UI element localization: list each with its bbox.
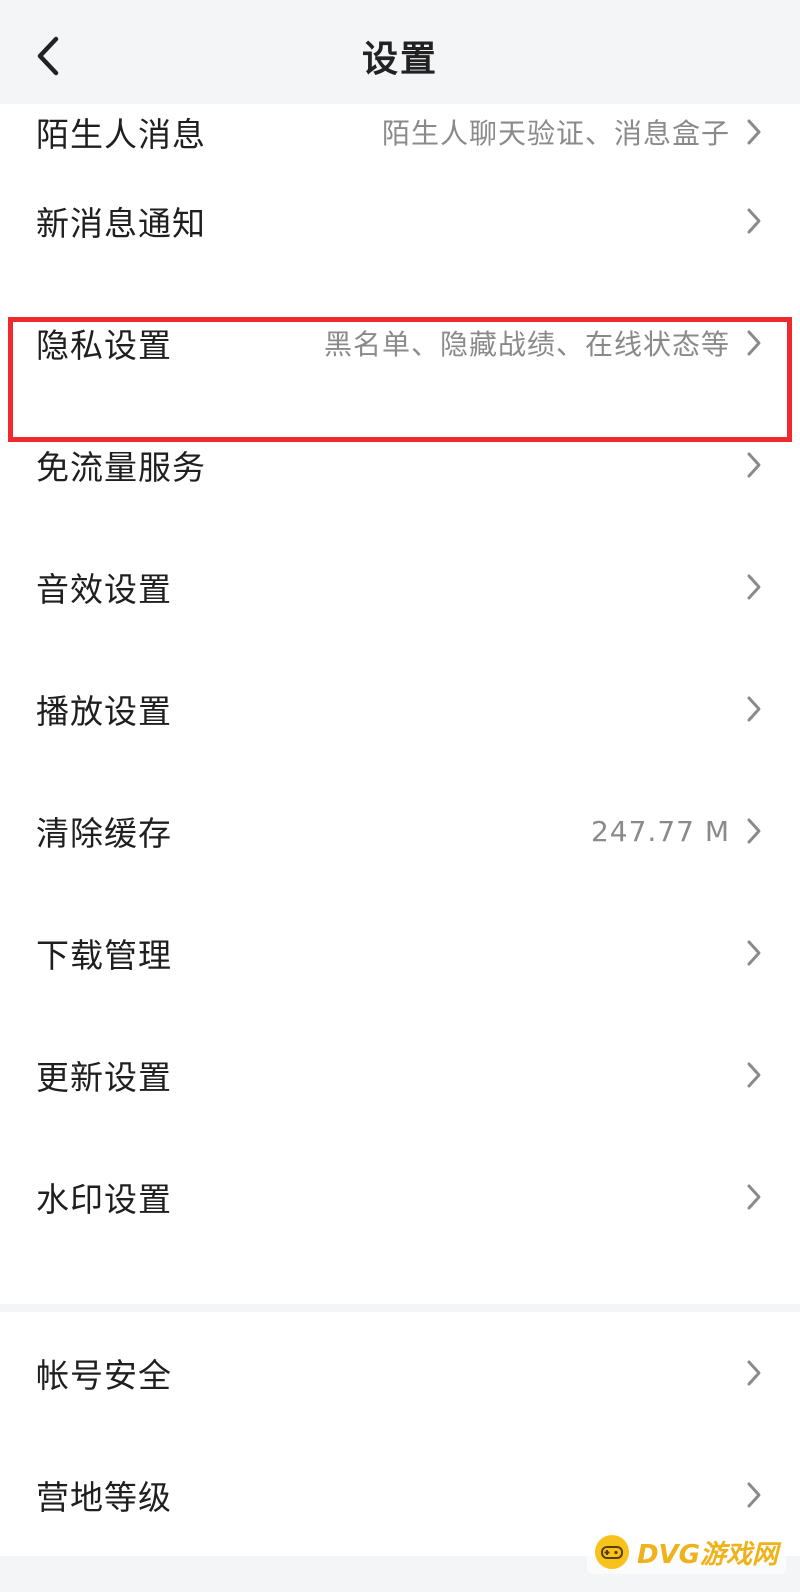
settings-group-account: 帐号安全 营地等级: [0, 1312, 800, 1556]
settings-item-privacy-settings[interactable]: 隐私设置 黑名单、隐藏战绩、在线状态等: [0, 282, 800, 404]
settings-item-clear-cache[interactable]: 清除缓存 247.77 M: [0, 770, 800, 892]
settings-item-label: 陌生人消息: [36, 115, 206, 154]
header: 设置: [0, 0, 800, 104]
settings-item-new-message-notifications[interactable]: 新消息通知: [0, 160, 800, 282]
settings-item-label: 营地等级: [36, 1478, 172, 1517]
chevron-right-icon: [747, 940, 761, 966]
settings-item-label: 水印设置: [36, 1180, 172, 1219]
chevron-right-icon: [747, 330, 761, 356]
chevron-right-icon: [747, 119, 761, 145]
page-title: 设置: [361, 39, 438, 80]
settings-item-label: 清除缓存: [36, 814, 172, 853]
gamepad-icon: [594, 1535, 629, 1569]
settings-item-label: 隐私设置: [36, 326, 172, 365]
chevron-right-icon: [747, 818, 761, 844]
chevron-right-icon: [747, 696, 761, 722]
settings-item-label: 新消息通知: [36, 204, 206, 243]
settings-item-label: 更新设置: [36, 1058, 172, 1097]
chevron-right-icon: [747, 1062, 761, 1088]
settings-group-general: 陌生人消息 陌生人聊天验证、消息盒子 新消息通知 隐私设置 黑名单、隐藏战绩、在…: [0, 104, 800, 1304]
settings-item-label: 播放设置: [36, 692, 172, 731]
settings-item-sound-settings[interactable]: 音效设置: [0, 526, 800, 648]
settings-item-label: 音效设置: [36, 570, 172, 609]
settings-item-watermark-settings[interactable]: 水印设置: [0, 1136, 800, 1258]
settings-item-account-security[interactable]: 帐号安全: [0, 1312, 800, 1434]
settings-item-label: 下载管理: [36, 936, 172, 975]
settings-item-label: 免流量服务: [36, 448, 206, 487]
chevron-right-icon: [747, 1482, 761, 1508]
watermark-text: DVG游戏网: [636, 1539, 778, 1570]
settings-item-update-settings[interactable]: 更新设置: [0, 1014, 800, 1136]
settings-item-free-data-service[interactable]: 免流量服务: [0, 404, 800, 526]
settings-item-value: 陌生人聊天验证、消息盒子: [381, 117, 730, 150]
settings-item-label: 帐号安全: [36, 1356, 172, 1395]
chevron-right-icon: [747, 208, 761, 234]
settings-item-stranger-messages[interactable]: 陌生人消息 陌生人聊天验证、消息盒子: [0, 104, 800, 160]
settings-item-value: 黑名单、隐藏战绩、在线状态等: [323, 328, 730, 361]
settings-item-download-management[interactable]: 下载管理: [0, 892, 800, 1014]
chevron-right-icon: [747, 574, 761, 600]
settings-item-playback-settings[interactable]: 播放设置: [0, 648, 800, 770]
cache-size-value: 247.77 M: [590, 814, 730, 848]
site-watermark: DVG游戏网: [586, 1530, 786, 1574]
chevron-right-icon: [747, 1360, 761, 1386]
chevron-right-icon: [747, 1184, 761, 1210]
chevron-right-icon: [747, 452, 761, 478]
